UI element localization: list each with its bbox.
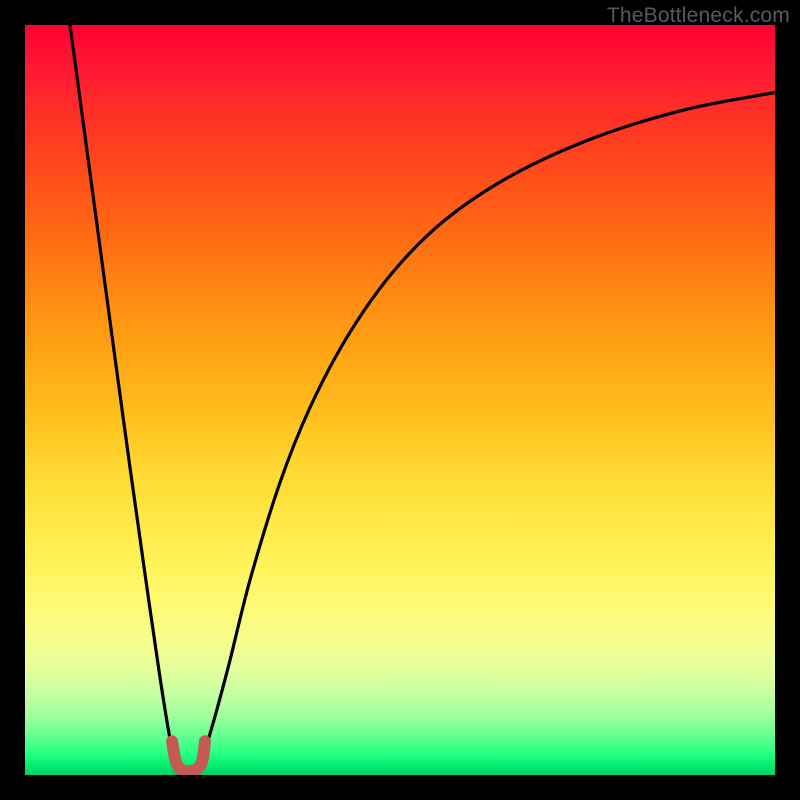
curve-right-branch	[198, 93, 776, 764]
valley-u-marker	[172, 741, 205, 771]
chart-stage: TheBottleneck.com	[0, 0, 800, 800]
curve-left-branch	[70, 25, 179, 764]
curve-layer	[25, 25, 775, 775]
plot-area	[25, 25, 775, 775]
watermark-text: TheBottleneck.com	[607, 4, 790, 28]
